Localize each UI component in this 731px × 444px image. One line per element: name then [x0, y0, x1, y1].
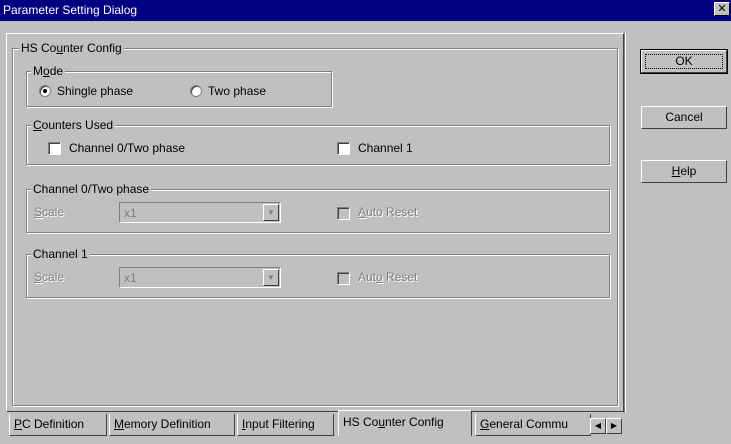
cancel-button[interactable]: Cancel	[641, 106, 727, 129]
title-bar[interactable]: Parameter Setting Dialog ✕	[0, 0, 731, 21]
tab-pc-definition[interactable]: PC Definition	[9, 414, 107, 436]
channel1-group: Channel 1 Scale x1 ▼ Auto Reset	[26, 247, 610, 298]
tab-memory-definition[interactable]: Memory Definition	[109, 414, 235, 436]
tab-hs-counter-config[interactable]: HS Counter Config	[338, 410, 472, 436]
mode-group: Mode Shingle phase Two phase	[26, 64, 332, 107]
channel0-group: Channel 0/Two phase Scale x1 ▼ Auto Rese…	[26, 182, 610, 233]
channel1-scale-combo[interactable]: x1 ▼	[119, 267, 281, 288]
window-title: Parameter Setting Dialog	[3, 3, 138, 17]
two-phase-label[interactable]: Two phase	[208, 84, 266, 98]
channel1-used-checkbox[interactable]	[337, 142, 350, 155]
tab-scroll-right-icon[interactable]: ▶	[606, 418, 622, 434]
channel0-scale-label: Scale	[34, 205, 65, 219]
shingle-phase-radio[interactable]	[39, 85, 51, 97]
tab-general-communication[interactable]: General Commu	[475, 414, 591, 436]
radio-selected-dot	[43, 89, 47, 93]
parameter-setting-dialog: Parameter Setting Dialog ✕ HS Counter Co…	[0, 0, 731, 444]
channel0-auto-reset-label[interactable]: Auto Reset	[358, 205, 417, 219]
counters-used-group: Counters Used Channel 0/Two phase Channe…	[26, 118, 610, 165]
tab-input-filtering[interactable]: Input Filtering	[237, 414, 334, 436]
chevron-down-icon[interactable]: ▼	[263, 269, 279, 286]
channel0-auto-reset-checkbox[interactable]	[337, 207, 350, 220]
channel1-used-label[interactable]: Channel 1	[358, 141, 413, 155]
channel0-used-checkbox[interactable]	[48, 142, 61, 155]
channel1-auto-reset-checkbox[interactable]	[337, 272, 350, 285]
counters-used-group-title: Counters Used	[31, 118, 116, 132]
hs-counter-config-group: HS Counter Config Mode Shingle phase Two…	[12, 41, 618, 406]
channel1-group-title: Channel 1	[31, 247, 90, 261]
channel1-scale-value: x1	[124, 271, 137, 285]
channel0-scale-combo[interactable]: x1 ▼	[119, 202, 281, 223]
channel1-auto-reset-label[interactable]: Auto Reset	[358, 270, 417, 284]
ok-button[interactable]: OK	[640, 49, 728, 74]
tab-panel: HS Counter Config Mode Shingle phase Two…	[6, 33, 624, 412]
focus-rect	[645, 54, 723, 69]
chevron-down-icon[interactable]: ▼	[263, 204, 279, 221]
channel0-group-title: Channel 0/Two phase	[31, 182, 152, 196]
help-button[interactable]: Help	[641, 160, 727, 183]
mode-group-title: Mode	[31, 64, 66, 78]
channel0-scale-value: x1	[124, 206, 137, 220]
close-icon[interactable]: ✕	[714, 2, 730, 16]
tab-scroll-left-icon[interactable]: ◀	[590, 418, 606, 434]
hs-counter-config-group-title: HS Counter Config	[19, 41, 124, 55]
two-phase-radio[interactable]	[190, 85, 202, 97]
shingle-phase-label[interactable]: Shingle phase	[57, 84, 133, 98]
channel1-scale-label: Scale	[34, 270, 65, 284]
panel-separator	[624, 33, 626, 413]
channel0-used-label[interactable]: Channel 0/Two phase	[69, 141, 185, 155]
